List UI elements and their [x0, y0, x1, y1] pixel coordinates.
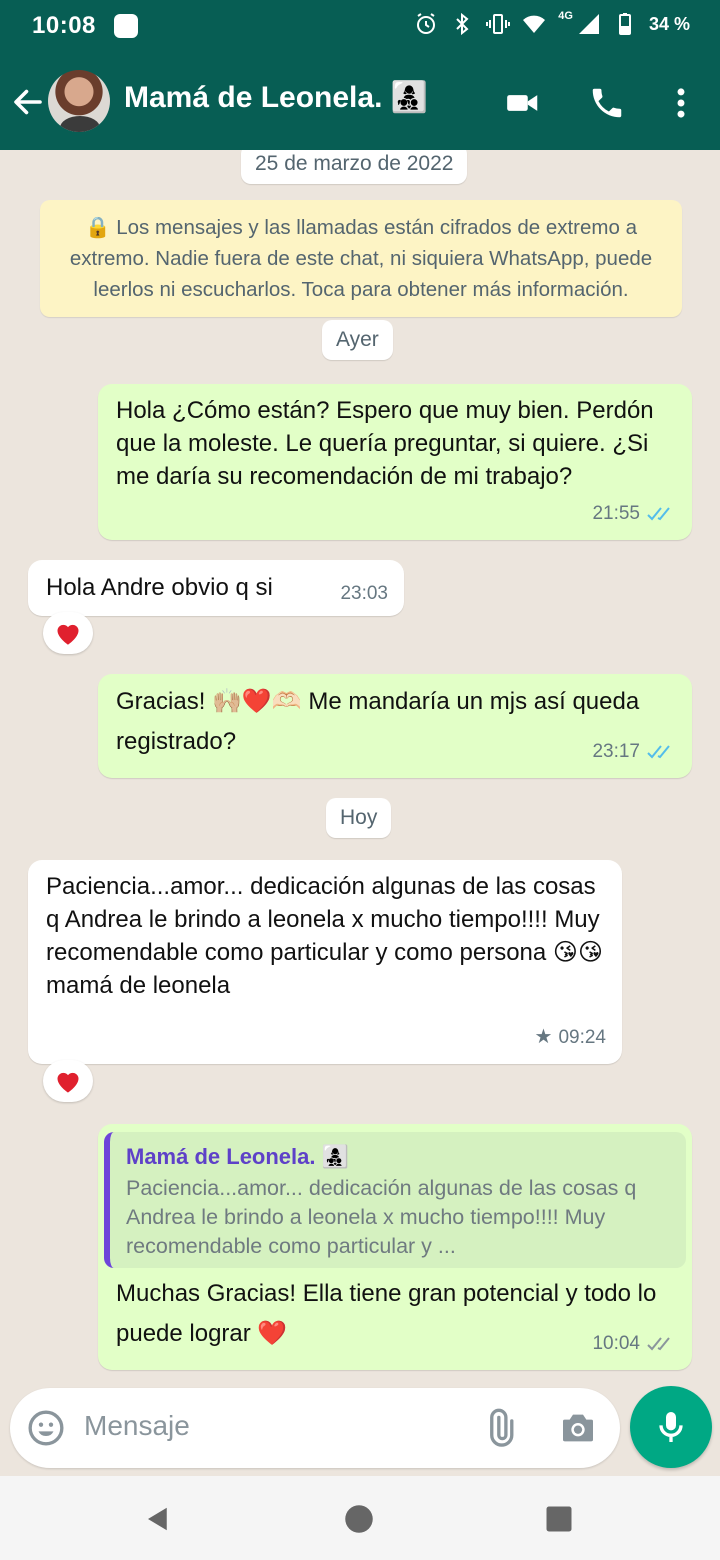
message-time: 23:17: [592, 741, 640, 762]
chat-header: Mamá de Leonela. 👩‍👧‍👦: [0, 56, 720, 150]
message-text: Hola ¿Cómo están? Espero que muy bien. P…: [116, 397, 654, 490]
message-composer[interactable]: Mensaje: [10, 1388, 620, 1468]
signal-icon: [578, 14, 599, 34]
date-chip-yesterday: Ayer: [322, 320, 393, 360]
attach-icon[interactable]: [480, 1408, 520, 1448]
message-meta: 21:55: [592, 497, 676, 530]
nav-recents-icon[interactable]: [544, 1504, 574, 1534]
battery-percent: 34 %: [648, 13, 690, 34]
message-outgoing-reply[interactable]: Mamá de Leonela. 👩‍👧‍👦 Paciencia...amor.…: [98, 1124, 692, 1370]
message-incoming[interactable]: Hola Andre obvio q si 23:03: [28, 560, 404, 616]
delivered-ticks-icon: [647, 1336, 670, 1350]
date-chip-today: Hoy: [326, 798, 392, 838]
vibrate-icon: [486, 14, 511, 34]
notification-icon: [114, 14, 138, 38]
reaction-badge[interactable]: [43, 1060, 93, 1102]
more-vert-icon[interactable]: [662, 84, 700, 122]
date-chip: 25 de marzo de 2022: [241, 150, 468, 184]
message-time: 23:03: [340, 583, 388, 604]
status-time: 10:08: [32, 12, 96, 39]
status-bar: 10:08 4G 34 %: [0, 0, 720, 56]
video-call-icon[interactable]: [504, 84, 542, 122]
wifi-icon: [523, 15, 546, 33]
chat-area[interactable]: 25 de marzo de 2022 🔒 Los mensajes y las…: [0, 150, 720, 1390]
encryption-notice[interactable]: 🔒 Los mensajes y las llamadas están cifr…: [40, 200, 682, 317]
contact-name[interactable]: Mamá de Leonela. 👩‍👧‍👦: [124, 80, 428, 115]
message-meta: 10:04: [592, 1327, 676, 1360]
message-text: Paciencia...amor... dedicación algunas d…: [46, 873, 603, 999]
nav-back-icon[interactable]: [143, 1504, 173, 1534]
nav-home-icon[interactable]: [344, 1504, 374, 1534]
reaction-badge[interactable]: [43, 612, 93, 654]
battery-icon: [618, 13, 631, 35]
read-ticks-icon: [647, 506, 670, 520]
camera-icon[interactable]: [558, 1408, 598, 1448]
bluetooth-icon: [456, 12, 469, 36]
quoted-message[interactable]: Mamá de Leonela. 👩‍👧‍👦 Paciencia...amor.…: [104, 1132, 686, 1268]
avatar[interactable]: [48, 70, 110, 132]
message-time: 09:24: [558, 1027, 606, 1048]
message-incoming[interactable]: Paciencia...amor... dedicación algunas d…: [28, 860, 622, 1064]
message-meta: 23:03: [340, 577, 388, 610]
mic-button[interactable]: [630, 1386, 712, 1468]
read-ticks-icon: [647, 744, 670, 758]
message-text: Hola Andre obvio q si: [46, 574, 273, 601]
heart-icon: [57, 1072, 79, 1093]
heart-icon: [57, 624, 79, 645]
message-time: 10:04: [592, 1333, 640, 1354]
message-meta: 23:17: [592, 735, 676, 768]
message-input[interactable]: Mensaje: [84, 1410, 190, 1442]
emoji-icon[interactable]: [26, 1408, 66, 1448]
message-outgoing[interactable]: Gracias! 🙌🏼❤️🫶🏻 Me mandaría un mjs así q…: [98, 674, 692, 778]
quoted-author: Mamá de Leonela. 👩‍👧‍👦: [126, 1144, 350, 1169]
status-icons: 4G 34 %: [414, 10, 690, 36]
alarm-icon: [417, 13, 436, 34]
star-icon: ★: [534, 1026, 553, 1048]
arrow-left-icon[interactable]: [10, 84, 46, 120]
quoted-text: Paciencia...amor... dedicación algunas d…: [126, 1176, 637, 1258]
message-outgoing[interactable]: Hola ¿Cómo están? Espero que muy bien. P…: [98, 384, 692, 540]
message-meta: ★ 09:24: [535, 1021, 606, 1054]
network-type: 4G: [558, 10, 573, 22]
message-time: 21:55: [592, 503, 640, 524]
phone-icon[interactable]: [588, 84, 626, 122]
mic-icon: [659, 1412, 683, 1442]
system-nav-bar: [0, 1476, 720, 1560]
